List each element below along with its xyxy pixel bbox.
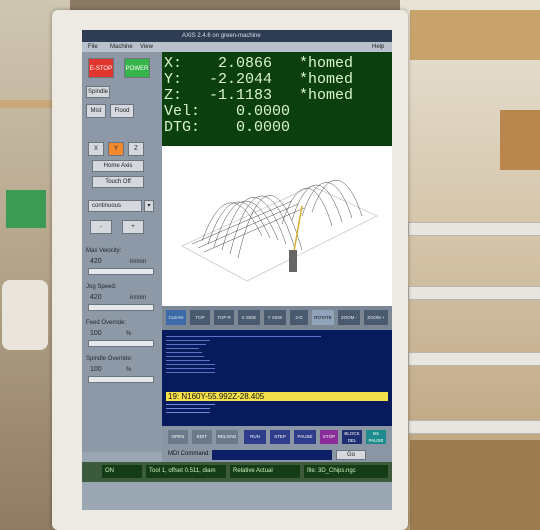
m1-pause-button[interactable]: M1 PAUSE bbox=[366, 430, 386, 444]
toolpath-graphic bbox=[181, 180, 378, 282]
stop-button[interactable]: STOP bbox=[320, 430, 338, 444]
dro-z: Z: -1.1183 *homed bbox=[164, 87, 354, 104]
rail-3 bbox=[408, 352, 540, 366]
dro-vel: Vel: 0.0000 bbox=[164, 103, 291, 120]
gcode-lines bbox=[166, 336, 388, 391]
menu-machine[interactable]: Machine bbox=[110, 42, 133, 52]
jog-minus-button[interactable]: - bbox=[90, 220, 112, 234]
status-bar: ON Tool 1, offset 0.511, diam Relative A… bbox=[82, 462, 392, 482]
spindle-button[interactable]: Spindle bbox=[86, 86, 110, 98]
feed-override-unit: % bbox=[126, 331, 132, 337]
chevron-down-icon[interactable]: ▾ bbox=[144, 200, 154, 212]
menu-bar: File Machine View Help bbox=[82, 42, 392, 52]
zoom-in-button[interactable]: ZOOM + bbox=[364, 310, 388, 325]
jog-speed-value: 420 bbox=[90, 294, 102, 301]
pause-button[interactable]: PAUSE bbox=[294, 430, 316, 444]
mdi-go-button[interactable]: Go bbox=[336, 450, 366, 460]
jog-speed-label: Jog Speed: bbox=[86, 284, 117, 290]
window-title: AXIS 2.4.6 on green-machine bbox=[182, 33, 261, 39]
spindle-override-unit: % bbox=[126, 367, 132, 373]
screen-bottom bbox=[82, 482, 392, 510]
mdi-input[interactable] bbox=[212, 450, 332, 460]
feed-override-label: Feed Override: bbox=[86, 320, 127, 326]
open-button[interactable]: OPEN bbox=[168, 430, 188, 444]
mdi-row: MDI Command: Go bbox=[162, 448, 392, 462]
max-velocity-slider[interactable] bbox=[88, 268, 154, 275]
view-y-side-button[interactable]: Y SIDE bbox=[264, 310, 286, 325]
wood-block bbox=[500, 110, 540, 170]
view-x-side-button[interactable]: X SIDE bbox=[238, 310, 260, 325]
jog-mode-select[interactable]: continuous bbox=[88, 200, 142, 212]
block-delete-button[interactable]: BLOCK DEL bbox=[342, 430, 362, 444]
home-axis-button[interactable]: Home Axis bbox=[92, 160, 144, 172]
flood-button[interactable]: Flood bbox=[110, 104, 134, 118]
dro-y: Y: -2.2044 *homed bbox=[164, 71, 354, 88]
view-top-button[interactable]: TOP bbox=[190, 310, 210, 325]
axis-y-button[interactable]: Y bbox=[108, 142, 124, 156]
edit-button[interactable]: EDIT bbox=[192, 430, 212, 444]
title-bar: AXIS 2.4.6 on green-machine bbox=[82, 30, 392, 42]
upper-shelf bbox=[410, 10, 540, 60]
view-toolbar: CLEAN PLOT TOP TOP R X SIDE Y SIDE 3-D R… bbox=[162, 306, 392, 335]
mist-button[interactable]: Mist bbox=[86, 104, 106, 118]
max-velocity-unit: in/min bbox=[130, 259, 147, 265]
left-shelf bbox=[0, 100, 58, 108]
view-top-r-button[interactable]: TOP R bbox=[214, 310, 234, 325]
max-velocity-value: 420 bbox=[90, 258, 102, 265]
power-button[interactable]: POWER bbox=[124, 58, 150, 78]
view-3d-button[interactable]: 3-D bbox=[290, 310, 308, 325]
mdi-label: MDI Command: bbox=[168, 451, 211, 457]
loaded-file: file: 3D_Chips.ngc bbox=[304, 465, 388, 478]
spindle-override-slider[interactable] bbox=[88, 376, 154, 383]
jog-speed-unit: in/min bbox=[130, 295, 147, 301]
run-button[interactable]: RUN bbox=[244, 430, 266, 444]
feed-override-slider[interactable] bbox=[88, 340, 154, 347]
floor bbox=[410, 440, 540, 530]
estop-button[interactable]: E-STOP bbox=[88, 58, 114, 78]
rail-2 bbox=[408, 286, 540, 300]
dro-dtg: DTG: 0.0000 bbox=[164, 119, 291, 136]
toolpath-preview[interactable] bbox=[162, 146, 392, 306]
touch-off-button[interactable]: Touch Off bbox=[92, 176, 144, 188]
run-toolbar: OPEN EDIT RELOAD RUN STEP PAUSE STOP BLO… bbox=[162, 426, 392, 448]
axis-z-button[interactable]: Z bbox=[128, 142, 144, 156]
digital-readout: X: 2.0866 *homed Y: -2.2044 *homed Z: -1… bbox=[162, 52, 392, 146]
step-button[interactable]: STEP bbox=[270, 430, 290, 444]
spindle-override-value: 100 bbox=[90, 366, 102, 373]
green-bin bbox=[6, 190, 46, 228]
axis-x-button[interactable]: X bbox=[88, 142, 104, 156]
gcode-active-line: 19: N160Y-55.992Z-28.405 bbox=[166, 392, 388, 401]
position-mode: Relative Actual bbox=[230, 465, 300, 478]
max-velocity-label: Max Velocity: bbox=[86, 248, 122, 254]
reload-button[interactable]: RELOAD bbox=[216, 430, 238, 444]
menu-file[interactable]: File bbox=[88, 42, 98, 52]
tool-info: Tool 1, offset 0.511, diam bbox=[146, 465, 226, 478]
menu-view[interactable]: View bbox=[140, 42, 153, 52]
jog-speed-slider[interactable] bbox=[88, 304, 154, 311]
clean-plot-button[interactable]: CLEAN PLOT bbox=[166, 310, 186, 335]
spindle-override-label: Spindle Override: bbox=[86, 356, 133, 362]
control-panel: E-STOP POWER Spindle Mist Flood X Y Z Ho… bbox=[82, 52, 162, 452]
gcode-listing[interactable]: 19: N160Y-55.992Z-28.405 bbox=[162, 330, 392, 426]
feed-override-value: 100 bbox=[90, 330, 102, 337]
menu-help[interactable]: Help bbox=[372, 42, 384, 52]
rail-1 bbox=[408, 222, 540, 236]
machine-state: ON bbox=[102, 465, 142, 478]
zoom-out-button[interactable]: ZOOM - bbox=[338, 310, 360, 325]
rail-4 bbox=[408, 420, 540, 434]
rotate-button[interactable]: ROTATE bbox=[312, 310, 334, 325]
screen: AXIS 2.4.6 on green-machine File Machine… bbox=[82, 30, 392, 510]
jog-plus-button[interactable]: + bbox=[122, 220, 144, 234]
tool-cone-icon bbox=[289, 250, 297, 272]
dro-x: X: 2.0866 *homed bbox=[164, 55, 354, 72]
bucket bbox=[2, 280, 48, 350]
